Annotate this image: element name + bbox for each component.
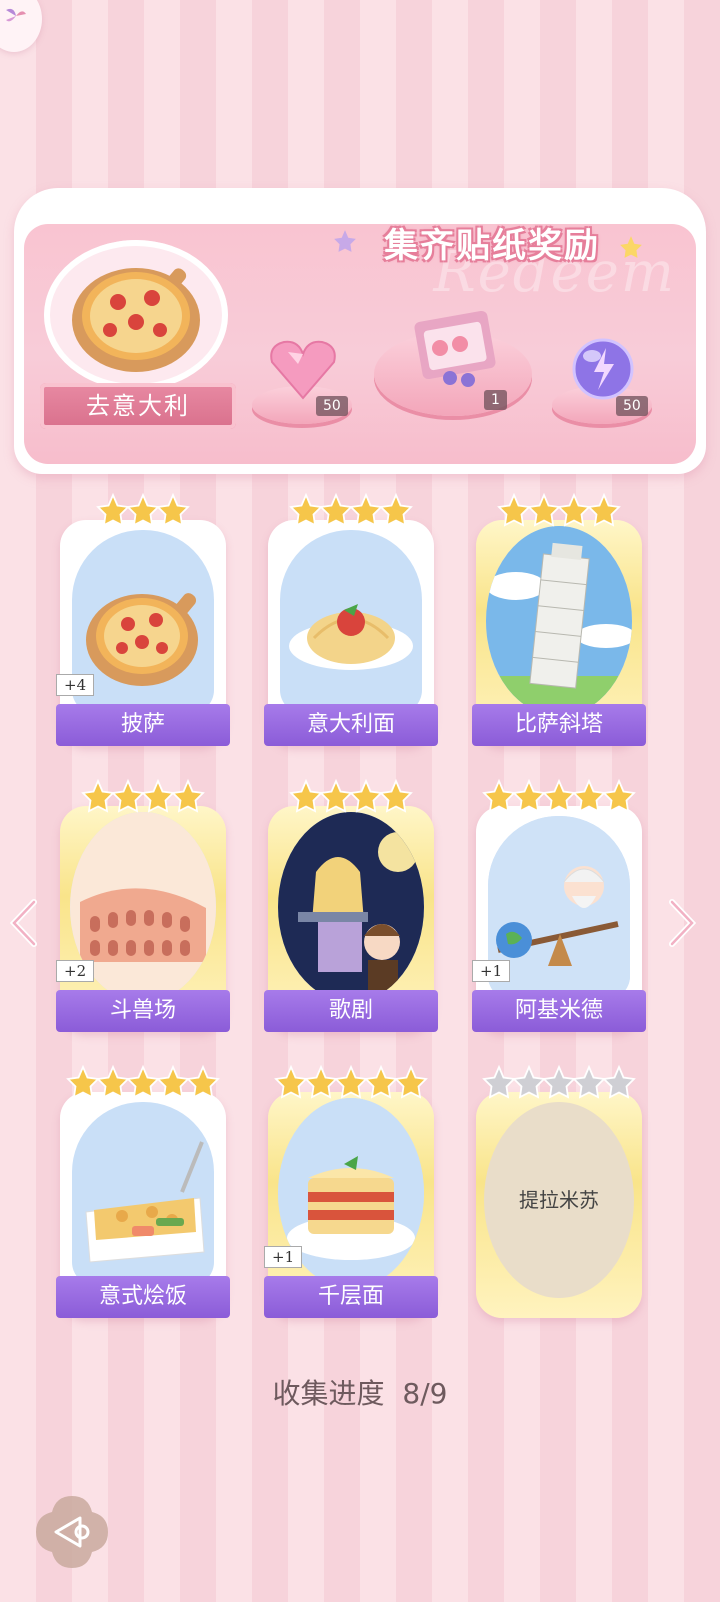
star-icon	[156, 492, 190, 527]
star-icon	[394, 1064, 428, 1099]
progress-value: 8/9	[402, 1377, 448, 1410]
sticker-card[interactable]: 斗兽场 +2	[56, 778, 230, 1032]
star-icon	[186, 1064, 220, 1099]
gift-box-icon	[414, 310, 496, 387]
collection-progress: 收集进度 8/9	[0, 1372, 720, 1412]
star-rating	[476, 778, 642, 818]
card-picture	[278, 812, 424, 1002]
star-rating	[60, 778, 226, 818]
star-icon	[587, 492, 621, 527]
reward-title: 集齐贴纸奖励	[384, 226, 600, 266]
sticker-card[interactable]: 意大利面	[264, 492, 438, 746]
star-icon	[379, 492, 413, 527]
region-emblem	[44, 240, 228, 390]
locked-card-name: 提拉米苏	[484, 1102, 634, 1298]
sticker-card[interactable]: 千层面 +1	[264, 1064, 438, 1318]
star-rating	[268, 492, 434, 532]
pink-heart-gem-icon	[270, 340, 336, 400]
card-name: 歌剧	[264, 990, 438, 1032]
sticker-card[interactable]: 披萨 +4	[56, 492, 230, 746]
reward-count: 50	[316, 396, 348, 416]
fan-menu-icon	[6, 8, 26, 22]
sticker-card[interactable]: 提拉米苏	[476, 1064, 642, 1318]
region-label: 去意大利	[40, 383, 236, 429]
card-bonus-count: +1	[264, 1246, 303, 1268]
star-rating	[268, 778, 434, 818]
card-bonus-count: +2	[56, 960, 95, 982]
card-picture	[486, 526, 632, 716]
card-name: 比萨斜塔	[472, 704, 646, 746]
star-icon	[171, 778, 205, 813]
next-page-arrow-icon[interactable]	[666, 898, 698, 948]
card-picture	[72, 1102, 214, 1286]
card-name: 千层面	[264, 1276, 438, 1318]
purple-energy-orb-icon	[572, 338, 634, 400]
reward-count: 50	[616, 396, 648, 416]
card-name: 斗兽场	[56, 990, 230, 1032]
star-rating	[476, 1064, 642, 1104]
menu-button[interactable]	[0, 0, 42, 52]
sticker-card[interactable]: 阿基米德 +1	[472, 778, 646, 1032]
star-rating	[476, 492, 642, 532]
card-bonus-count: +1	[472, 960, 511, 982]
star-rating	[60, 492, 226, 532]
sticker-card[interactable]: 歌剧	[264, 778, 438, 1032]
card-name: 披萨	[56, 704, 230, 746]
star-rating	[60, 1064, 226, 1104]
card-name: 意式烩饭	[56, 1276, 230, 1318]
card-picture	[280, 530, 422, 714]
reward-count: 1	[484, 390, 507, 410]
star-rating	[268, 1064, 434, 1104]
star-icon	[602, 1064, 636, 1099]
back-arrow-icon	[36, 1496, 108, 1568]
pizza-icon	[72, 268, 200, 372]
card-bonus-count: +4	[56, 674, 95, 696]
card-name: 阿基米德	[472, 990, 646, 1032]
star-icon	[602, 778, 636, 813]
back-button[interactable]	[32, 1492, 112, 1572]
previous-page-arrow-icon[interactable]	[8, 898, 40, 948]
sticker-card[interactable]: 比萨斜塔	[472, 492, 646, 746]
star-icon	[379, 778, 413, 813]
card-name: 意大利面	[264, 704, 438, 746]
progress-label: 收集进度	[272, 1377, 385, 1410]
sticker-card[interactable]: 意式烩饭	[56, 1064, 230, 1318]
